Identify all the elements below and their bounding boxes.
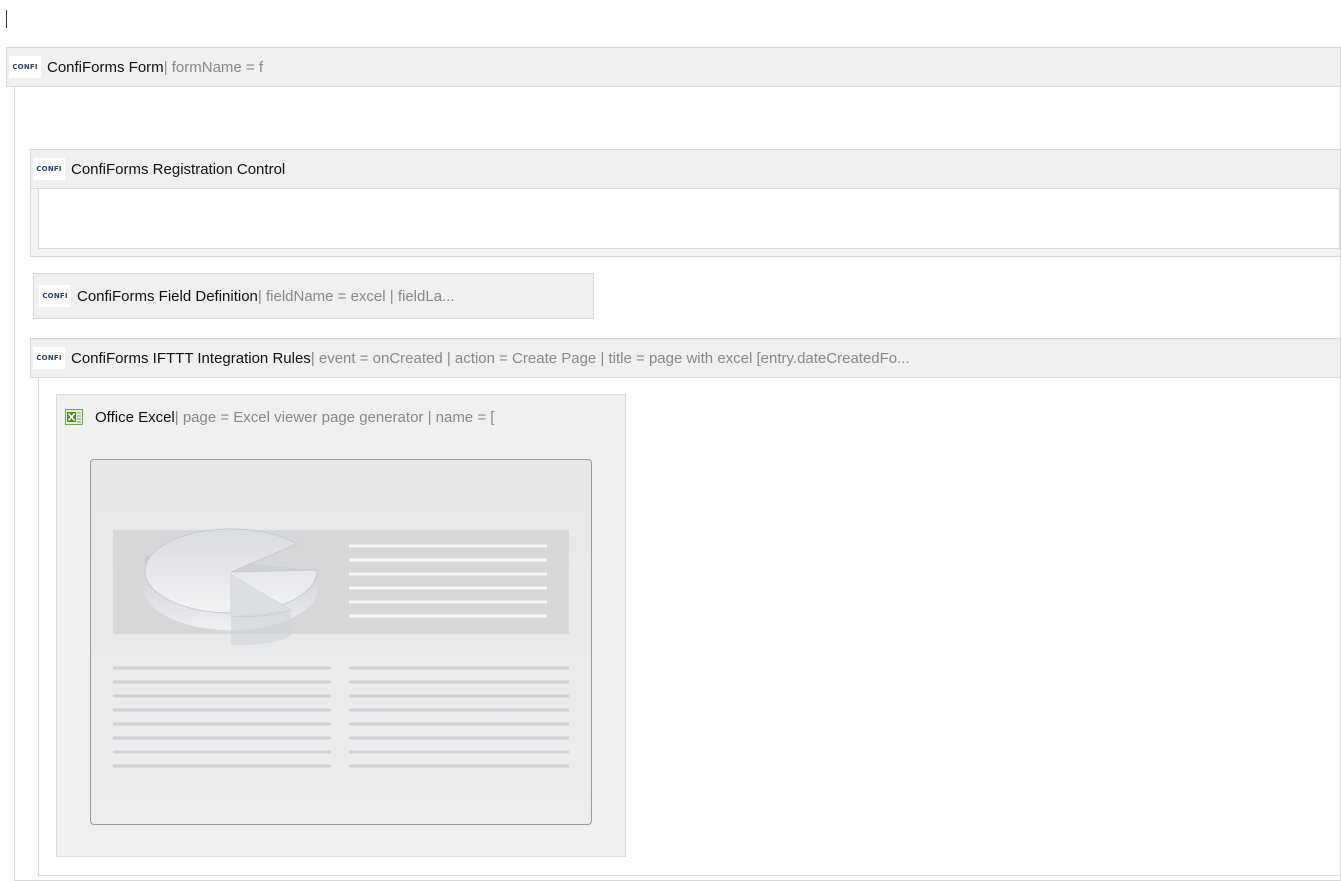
confiforms-form-macro-header[interactable]: CONFI ConfiForms Form | formName = f — [6, 47, 1341, 87]
text-cursor — [6, 10, 7, 28]
confi-icon: CONFI — [33, 347, 65, 369]
confi-icon: CONFI — [39, 285, 71, 307]
office-excel-macro-header[interactable]: Office Excel | page = Excel viewer page … — [57, 395, 625, 439]
registration-control-inner — [38, 189, 1340, 249]
body-text-lines — [113, 666, 569, 768]
confi-icon: CONFI — [33, 158, 65, 180]
macro-title: ConfiForms Registration Control — [71, 160, 286, 178]
ifttt-rules-macro-header[interactable]: CONFI ConfiForms IFTTT Integration Rules… — [30, 338, 1341, 378]
confi-icon: CONFI — [9, 56, 41, 78]
macro-title: ConfiForms Form — [47, 58, 164, 76]
excel-preview-placeholder — [90, 459, 592, 825]
macro-params: | fieldName = excel | fieldLa... — [257, 287, 455, 305]
field-definition-macro-header[interactable]: CONFI ConfiForms Field Definition | fiel… — [33, 273, 594, 319]
registration-control-macro-body[interactable] — [30, 189, 1341, 257]
macro-params: | event = onCreated | action = Create Pa… — [310, 349, 910, 367]
macro-title: ConfiForms IFTTT Integration Rules — [71, 349, 311, 367]
macro-title: Office Excel — [95, 408, 175, 426]
macro-params: | page = Excel viewer page generator | n… — [174, 408, 495, 426]
placeholder-graphic — [113, 528, 569, 768]
office-excel-icon — [65, 409, 83, 425]
macro-params: | formName = f — [163, 58, 264, 76]
registration-control-macro-header[interactable]: CONFI ConfiForms Registration Control — [30, 149, 1341, 189]
macro-title: ConfiForms Field Definition — [77, 287, 258, 305]
